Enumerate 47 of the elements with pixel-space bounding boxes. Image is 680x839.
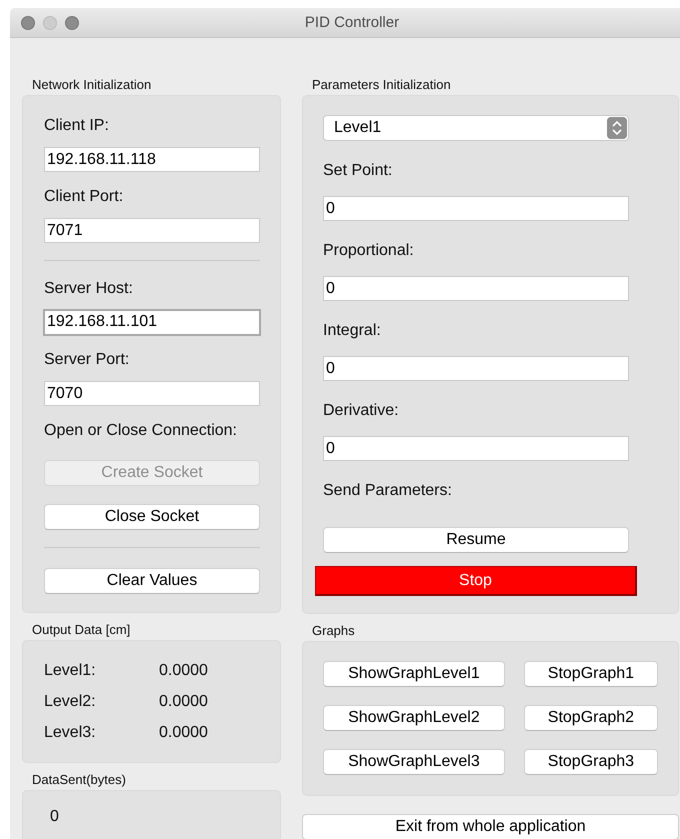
exit-button[interactable]: Exit from whole application	[302, 814, 679, 839]
close-icon[interactable]	[21, 16, 35, 30]
level-name: Level1:	[44, 661, 97, 681]
stop-graph-button[interactable]: StopGraph2	[524, 705, 658, 731]
group-title: Output Data [cm]	[32, 622, 130, 638]
level-name: Level2:	[44, 692, 97, 712]
window-title: PID Controller	[304, 14, 400, 31]
field-label: Integral:	[323, 322, 381, 339]
field-label: Server Host:	[44, 280, 133, 297]
field-label: Send Parameters:	[323, 482, 452, 499]
show-graph-button[interactable]: ShowGraphLevel1	[323, 661, 505, 687]
stepper-icon	[607, 117, 627, 139]
input-field[interactable]: 0	[323, 196, 629, 221]
stop-graph-button[interactable]: StopGraph1	[524, 661, 658, 687]
field-label: Proportional:	[323, 242, 414, 259]
action-button[interactable]: Clear Values	[44, 568, 260, 594]
input-field[interactable]: 0	[323, 356, 629, 381]
field-label: Client IP:	[44, 117, 109, 134]
group-title: Parameters Initialization	[312, 77, 451, 93]
input-field[interactable]: 7070	[44, 381, 260, 406]
field-label: Open or Close Connection:	[44, 422, 237, 439]
show-graph-button[interactable]: ShowGraphLevel2	[323, 705, 505, 731]
input-field[interactable]: 192.168.11.118	[44, 147, 260, 172]
action-button[interactable]: Resume	[323, 527, 629, 553]
level-name: Level3:	[44, 723, 97, 743]
input-field[interactable]: 0	[323, 276, 629, 301]
input-field[interactable]: 7071	[44, 218, 260, 243]
level-dropdown[interactable]: Level1	[323, 115, 629, 141]
input-field[interactable]: 192.168.11.101	[43, 309, 261, 336]
zoom-icon[interactable]	[65, 16, 79, 30]
group-title: DataSent(bytes)	[32, 772, 126, 788]
stop-graph-button[interactable]: StopGraph3	[524, 749, 658, 775]
dropdown-value: Level1	[334, 119, 382, 137]
field-label: Derivative:	[323, 402, 399, 419]
stop-button[interactable]: Stop	[315, 566, 637, 596]
group-title: Network Initialization	[32, 77, 152, 93]
group-title: Graphs	[312, 623, 355, 639]
field-label: Client Port:	[44, 188, 124, 205]
show-graph-button[interactable]: ShowGraphLevel3	[323, 749, 505, 775]
input-field[interactable]: 0	[323, 436, 629, 461]
level-value: 0.0000	[159, 661, 209, 681]
bytes-value: 0	[50, 807, 60, 827]
field-label: Set Point:	[323, 162, 392, 179]
level-value: 0.0000	[159, 723, 209, 743]
field-label: Server Port:	[44, 351, 130, 368]
action-button[interactable]: Close Socket	[44, 504, 260, 530]
level-value: 0.0000	[159, 692, 209, 712]
